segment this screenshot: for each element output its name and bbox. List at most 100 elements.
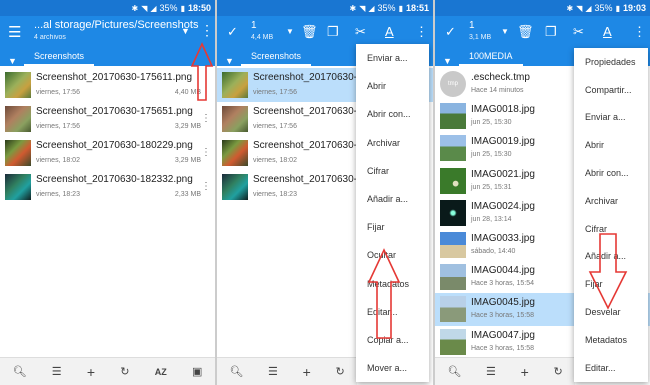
menu-item-abrir-con[interactable]: Abrir con... bbox=[574, 159, 648, 187]
file-name: Screenshot_20170630-18 bbox=[253, 140, 369, 151]
file-name: IMAG0044.jpg bbox=[471, 265, 535, 277]
file-date: jun 28, 13:14 bbox=[471, 215, 512, 223]
delete-icon[interactable]: 🗑︎ bbox=[517, 24, 534, 40]
file-row[interactable]: Screenshot_20170630-175611.png viernes, … bbox=[0, 68, 215, 102]
overflow-menu-icon[interactable]: ⋮ bbox=[200, 22, 214, 39]
file-row[interactable]: Screenshot_20170630-182332.png viernes, … bbox=[0, 170, 215, 204]
selection-size: 4,4 MB bbox=[251, 34, 274, 41]
add-icon[interactable]: + bbox=[521, 364, 529, 380]
menu-item-enviar[interactable]: Enviar a... bbox=[356, 44, 429, 72]
file-date: viernes, 17:56 bbox=[36, 123, 80, 130]
file-thumbnail bbox=[440, 135, 466, 162]
menu-item-archivar[interactable]: Archivar bbox=[574, 187, 648, 215]
tab-screenshots[interactable]: Screenshots bbox=[241, 48, 312, 66]
clock: 19:03 bbox=[622, 3, 646, 13]
menu-item-cifrar[interactable]: Cifrar bbox=[356, 157, 429, 185]
hamburger-menu-icon[interactable]: ☰ bbox=[8, 23, 21, 41]
panel-3: ✱ ◥ ◢ 35% ▮ 19:03 ✓ 1 3,1 MB ▼ 🗑︎ ❐ ✂ A … bbox=[435, 0, 650, 385]
menu-item-metadatos[interactable]: Metadatos bbox=[574, 326, 648, 354]
menu-item-abrir[interactable]: Abrir bbox=[574, 131, 648, 159]
select-all-icon[interactable]: ▣ bbox=[192, 365, 202, 378]
file-row[interactable]: Screenshot_20170630-180229.png viernes, … bbox=[0, 136, 215, 170]
refresh-icon[interactable]: ↻ bbox=[335, 365, 344, 378]
dropdown-icon[interactable]: ▼ bbox=[286, 27, 294, 36]
clock: 18:51 bbox=[405, 3, 429, 13]
file-list: Screenshot_20170630-175611.png viernes, … bbox=[0, 68, 215, 204]
wifi-icon: ◥ bbox=[359, 3, 366, 13]
bottom-toolbar: 🔍︎ ☰ + ↻ bbox=[435, 357, 575, 385]
file-date: viernes, 17:56 bbox=[253, 123, 297, 130]
file-date: Hace 3 horas, 15:54 bbox=[471, 280, 535, 288]
file-date: sábado, 14:40 bbox=[471, 247, 516, 255]
tab-100media[interactable]: 100MEDIA bbox=[459, 48, 523, 66]
search-icon[interactable]: 🔍︎ bbox=[229, 365, 243, 378]
rename-icon[interactable]: A bbox=[603, 24, 612, 39]
list-view-icon[interactable]: ☰ bbox=[268, 365, 278, 378]
selection-count: 1 bbox=[251, 20, 257, 31]
file-thumbnail bbox=[440, 103, 466, 130]
file-name: IMAG0024.jpg bbox=[471, 200, 535, 212]
battery-icon: ▮ bbox=[615, 3, 620, 13]
menu-item-compartir[interactable]: Compartir... bbox=[574, 76, 648, 104]
delete-icon[interactable]: 🗑︎ bbox=[301, 24, 318, 40]
annotation-arrow-up bbox=[190, 42, 214, 101]
check-icon[interactable]: ✓ bbox=[227, 24, 238, 40]
file-thumbnail bbox=[440, 167, 466, 194]
file-row[interactable]: Screenshot_20170630-175651.png viernes, … bbox=[0, 102, 215, 136]
menu-item-abrir[interactable]: Abrir bbox=[356, 72, 429, 100]
bottom-toolbar: 🔍︎ ☰ + ↻ bbox=[217, 357, 357, 385]
tab-screenshots[interactable]: Screenshots bbox=[24, 48, 95, 66]
battery-icon: ▮ bbox=[398, 3, 403, 13]
path-title[interactable]: ...al storage/Pictures/Screenshots bbox=[34, 19, 198, 31]
menu-item-mover[interactable]: Mover a... bbox=[356, 354, 429, 382]
path-dropdown-icon[interactable]: ▼ bbox=[181, 26, 190, 36]
refresh-icon[interactable]: ↻ bbox=[553, 365, 562, 378]
menu-item-propiedades[interactable]: Propiedades bbox=[574, 48, 648, 76]
chevron-down-icon[interactable]: ▼ bbox=[443, 56, 452, 66]
check-icon[interactable]: ✓ bbox=[445, 24, 456, 40]
cut-icon[interactable]: ✂ bbox=[355, 24, 366, 40]
list-view-icon[interactable]: ☰ bbox=[486, 365, 496, 378]
menu-item-fijar[interactable]: Fijar bbox=[356, 213, 429, 241]
file-thumbnail bbox=[440, 264, 466, 291]
file-thumbnail bbox=[5, 72, 31, 98]
file-date: viernes, 17:56 bbox=[253, 89, 297, 96]
overflow-menu-icon[interactable]: ⋮ bbox=[633, 24, 646, 40]
menu-item-anadir[interactable]: Añadir a... bbox=[356, 185, 429, 213]
sort-button[interactable]: AZ bbox=[155, 367, 167, 377]
file-name: IMAG0021.jpg bbox=[471, 168, 535, 180]
cut-icon[interactable]: ✂ bbox=[573, 24, 584, 40]
panel-1: ✱ ◥ ◢ 35% ▮ 18:50 ☰ ...al storage/Pictur… bbox=[0, 0, 215, 385]
menu-item-abrir-con[interactable]: Abrir con... bbox=[356, 100, 429, 128]
menu-item-enviar[interactable]: Enviar a... bbox=[574, 104, 648, 132]
file-name: Screenshot_20170630-182332.png bbox=[36, 174, 193, 185]
row-more-icon[interactable]: ⋮ bbox=[201, 181, 211, 192]
copy-icon[interactable]: ❐ bbox=[545, 24, 557, 40]
row-more-icon[interactable]: ⋮ bbox=[201, 147, 211, 158]
status-bar: ✱ ◥ ◢ 35% ▮ 18:50 bbox=[0, 0, 215, 16]
chevron-down-icon[interactable]: ▼ bbox=[225, 56, 234, 66]
file-date: Hace 14 minutos bbox=[471, 87, 524, 94]
menu-item-archivar[interactable]: Archivar bbox=[356, 129, 429, 157]
status-bar: ✱ ◥ ◢ 35% ▮ 19:03 bbox=[435, 0, 650, 16]
tab-bar: ▼ Screenshots bbox=[0, 48, 215, 66]
dropdown-icon[interactable]: ▼ bbox=[501, 27, 509, 36]
file-name: IMAG0045.jpg bbox=[471, 297, 535, 309]
row-more-icon[interactable]: ⋮ bbox=[201, 113, 211, 124]
file-name: IMAG0018.jpg bbox=[471, 104, 535, 116]
menu-item-editar[interactable]: Editar... bbox=[574, 354, 648, 382]
rename-icon[interactable]: A bbox=[385, 24, 394, 39]
add-icon[interactable]: + bbox=[87, 364, 95, 380]
search-icon[interactable]: 🔍︎ bbox=[13, 365, 27, 378]
copy-icon[interactable]: ❐ bbox=[327, 24, 339, 40]
add-icon[interactable]: + bbox=[303, 364, 311, 380]
search-icon[interactable]: 🔍︎ bbox=[447, 365, 461, 378]
selection-size: 3,1 MB bbox=[469, 34, 492, 41]
file-name: IMAG0019.jpg bbox=[471, 136, 535, 148]
chevron-down-icon[interactable]: ▼ bbox=[8, 56, 17, 66]
list-view-icon[interactable]: ☰ bbox=[52, 365, 62, 378]
refresh-icon[interactable]: ↻ bbox=[120, 365, 129, 378]
file-thumbnail bbox=[222, 106, 248, 132]
file-count: 4 archivos bbox=[34, 34, 66, 41]
overflow-menu-icon[interactable]: ⋮ bbox=[415, 24, 428, 40]
